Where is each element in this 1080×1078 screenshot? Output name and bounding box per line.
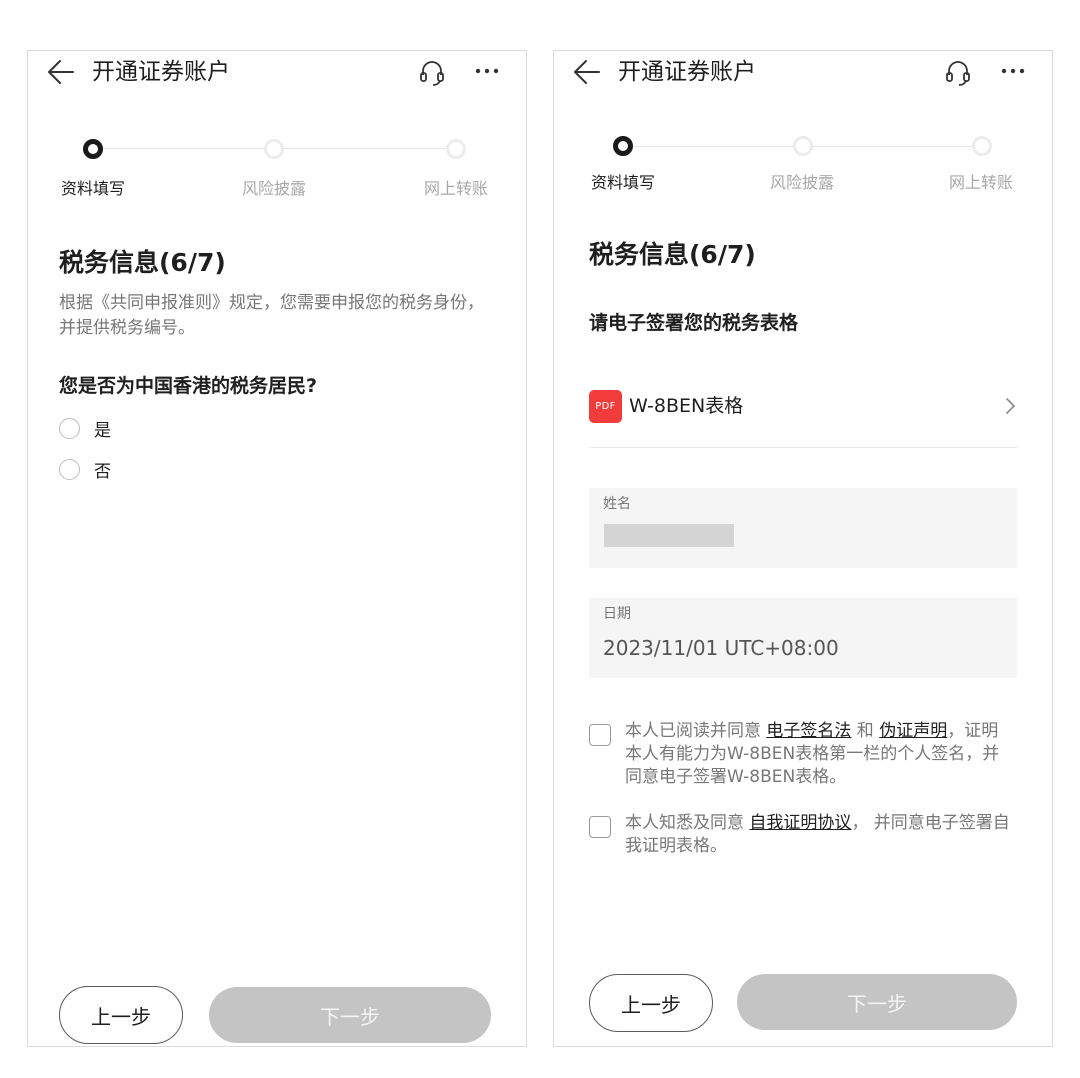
step-dot bbox=[793, 136, 813, 156]
page-title: 开通证券账户 bbox=[618, 59, 756, 85]
date-field: 日期 2023/11/01 UTC+08:00 bbox=[589, 598, 1017, 678]
radio-label: 否 bbox=[94, 461, 111, 482]
w8ben-form-row[interactable]: PDF W-8BEN表格 bbox=[589, 376, 1017, 448]
radio-label: 是 bbox=[94, 420, 111, 441]
next-step-button[interactable]: 下一步 bbox=[209, 987, 491, 1043]
radio-option-yes[interactable]: 是 bbox=[59, 415, 111, 441]
chevron-right-icon bbox=[1003, 396, 1017, 416]
step-dot-active bbox=[613, 136, 633, 156]
radio-circle[interactable] bbox=[59, 417, 80, 439]
progress-steps: 资料填写 风险披露 网上转账 bbox=[28, 137, 526, 198]
tax-resident-question: 您是否为中国香港的税务居民? bbox=[59, 375, 318, 397]
more-icon[interactable] bbox=[998, 57, 1028, 87]
esign-law-link[interactable]: 电子签名法 bbox=[766, 721, 851, 741]
pdf-form-name: W-8BEN表格 bbox=[629, 395, 744, 417]
date-value: 2023/11/01 UTC+08:00 bbox=[603, 636, 839, 660]
perjury-statement-link[interactable]: 伪证声明 bbox=[879, 721, 947, 741]
step-label-1: 资料填写 bbox=[61, 179, 126, 198]
prev-step-button[interactable]: 上一步 bbox=[59, 986, 183, 1044]
date-field-label: 日期 bbox=[603, 606, 631, 622]
sign-form-subtitle: 请电子签署您的税务表格 bbox=[589, 312, 799, 334]
step-label-3: 网上转账 bbox=[424, 179, 489, 198]
step-dot bbox=[264, 139, 284, 159]
agree-self-cert-text: 本人知悉及同意 自我证明协议， 并同意电子签署自我证明表格。 bbox=[625, 812, 1015, 858]
radio-circle[interactable] bbox=[59, 458, 80, 480]
section-title: 税务信息(6/7) bbox=[59, 248, 226, 277]
agree-esign-text: 本人已阅读并同意 电子签名法 和 伪证声明，证明本人有能力为W-8BEN表格第一… bbox=[625, 720, 1015, 789]
back-arrow-icon[interactable] bbox=[572, 57, 602, 87]
tax-info-radio-screen: 开通证券账户 资料填写 风险披露 网上转账 税务信息(6/7) 根据《共同申报准… bbox=[27, 50, 527, 1047]
agree-self-cert-row[interactable]: 本人知悉及同意 自我证明协议， 并同意电子签署自我证明表格。 bbox=[589, 812, 1019, 860]
app-header: 开通证券账户 bbox=[554, 51, 1052, 95]
section-description: 根据《共同申报准则》规定，您需要申报您的税务身份，并提供税务编号。 bbox=[59, 293, 484, 338]
more-icon[interactable] bbox=[472, 57, 502, 87]
step-label-3: 网上转账 bbox=[949, 173, 1014, 192]
page-title: 开通证券账户 bbox=[92, 59, 230, 85]
step-dot bbox=[972, 136, 992, 156]
prev-step-button[interactable]: 上一步 bbox=[589, 974, 713, 1032]
agree-text-part: 本人已阅读并同意 bbox=[625, 721, 767, 741]
step-label-2: 风险披露 bbox=[770, 173, 835, 192]
agree-self-cert-checkbox[interactable] bbox=[589, 816, 611, 838]
redacted-name bbox=[604, 524, 734, 547]
step-dot-active bbox=[83, 139, 103, 159]
name-field[interactable]: 姓名 bbox=[589, 488, 1017, 568]
next-step-button[interactable]: 下一步 bbox=[737, 974, 1017, 1030]
tax-form-sign-screen: 开通证券账户 资料填写 风险披露 网上转账 税务信息(6/7) 请电子签署您的税… bbox=[553, 50, 1053, 1047]
app-header: 开通证券账户 bbox=[28, 51, 526, 95]
agree-esign-checkbox[interactable] bbox=[589, 724, 611, 746]
step-label-2: 风险披露 bbox=[242, 179, 307, 198]
self-cert-agreement-link[interactable]: 自我证明协议 bbox=[749, 813, 851, 833]
headset-icon[interactable] bbox=[418, 57, 446, 87]
step-dot bbox=[446, 139, 466, 159]
agree-esign-row[interactable]: 本人已阅读并同意 电子签名法 和 伪证声明，证明本人有能力为W-8BEN表格第一… bbox=[589, 720, 1019, 792]
section-title: 税务信息(6/7) bbox=[589, 240, 756, 269]
pdf-icon: PDF bbox=[589, 390, 622, 423]
step-label-1: 资料填写 bbox=[591, 173, 656, 192]
headset-icon[interactable] bbox=[944, 57, 972, 87]
back-arrow-icon[interactable] bbox=[46, 57, 76, 87]
progress-steps: 资料填写 风险披露 网上转账 bbox=[554, 135, 1052, 195]
agree-text-part: 本人知悉及同意 bbox=[625, 813, 750, 833]
radio-option-no[interactable]: 否 bbox=[59, 456, 111, 482]
name-field-label: 姓名 bbox=[603, 496, 631, 512]
agree-text-part: 和 bbox=[851, 721, 880, 741]
